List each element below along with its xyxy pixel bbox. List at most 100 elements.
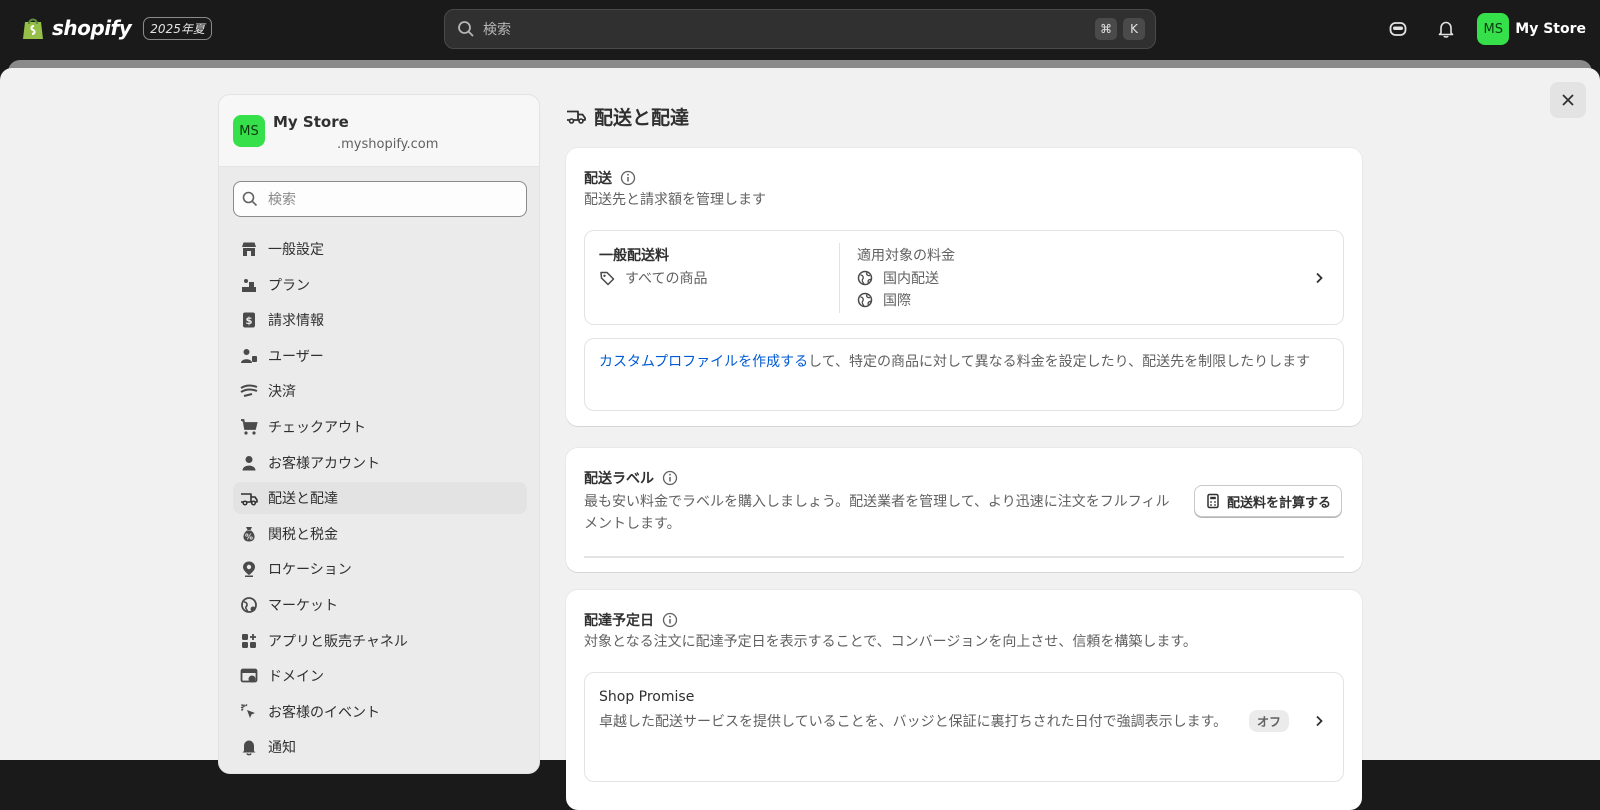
- shopify-bag-icon: [23, 18, 43, 39]
- close-settings-button[interactable]: [1550, 82, 1586, 118]
- notifications-button[interactable]: [1429, 12, 1463, 46]
- sidebar-item-label: マーケット: [268, 597, 338, 614]
- store-name: My Store: [273, 113, 349, 131]
- settings-search-input[interactable]: 検索: [233, 181, 527, 217]
- shortcut-k-key: K: [1123, 18, 1145, 40]
- store-header: MS My Store .myshopify.com: [219, 95, 539, 167]
- custom-profile-description: して、特定の商品に対して異なる料金を設定したり、配送先を制限したりします: [808, 354, 1311, 370]
- sidebar-item-domains[interactable]: ドメイン: [233, 660, 527, 692]
- settings-main: 配送と配達 配送 配送先と請求額を管理します 一般配送料 すべての商品 適用対象…: [566, 94, 1362, 810]
- sidebar-item-label: ユーザー: [268, 348, 324, 365]
- search-placeholder: 検索: [483, 22, 511, 38]
- sidebar-item-billing[interactable]: $ 請求情報: [233, 304, 527, 336]
- create-custom-profile-link[interactable]: カスタムプロファイルを作成する: [599, 354, 808, 370]
- sidebar-item-label: 通知: [268, 740, 296, 757]
- plan-icon: [239, 275, 259, 295]
- sidebar-item-label: 関税と税金: [268, 526, 338, 543]
- globe-icon: [239, 595, 259, 615]
- top-right-actions: MS My Store: [1381, 12, 1586, 46]
- sidebar-item-customer-accounts[interactable]: お客様アカウント: [233, 447, 527, 479]
- apps-icon: [239, 631, 259, 651]
- shipping-heading: 配送: [584, 171, 612, 187]
- sidebar-item-general[interactable]: 一般設定: [233, 233, 527, 265]
- shortcut-cmd-key: ⌘: [1095, 18, 1117, 40]
- store-domain: .myshopify.com: [337, 137, 439, 152]
- top-bar: shopify 2025年夏 検索 ⌘ K MS My Store: [0, 0, 1600, 58]
- close-icon: [1562, 94, 1574, 106]
- profile-products: すべての商品: [599, 268, 707, 288]
- rate-label: 国際: [883, 293, 911, 309]
- sidebar-item-label: お客様アカウント: [268, 455, 380, 472]
- sidebar-item-apps-channels[interactable]: アプリと販売チャネル: [233, 625, 527, 657]
- person-icon: [239, 453, 259, 473]
- sidebar-item-label: 配送と配達: [268, 491, 338, 508]
- calculate-shipping-button[interactable]: 配送料を計算する: [1194, 485, 1343, 517]
- shop-promise-row[interactable]: Shop Promise 卓越した配送サービスを提供していることを、バッジと保証…: [584, 672, 1344, 782]
- chevron-right-icon: [1316, 272, 1323, 284]
- svg-text:$: $: [246, 316, 253, 327]
- rate-domestic: 国内配送: [857, 268, 939, 288]
- sidebar-item-label: プラン: [268, 277, 310, 294]
- shipping-description: 配送先と請求額を管理します: [584, 192, 766, 208]
- users-icon: [239, 346, 259, 366]
- tax-icon: %: [239, 524, 259, 544]
- settings-search-placeholder: 検索: [268, 192, 296, 208]
- sidebar-item-markets[interactable]: マーケット: [233, 589, 527, 621]
- info-icon[interactable]: [662, 612, 678, 628]
- brand-wordmark: shopify: [52, 16, 132, 40]
- delivery-dates-description: 対象となる注文に配達予定日を表示することで、コンバージョンを向上させ、信頼を構築…: [584, 634, 1197, 650]
- page-heading: 配送と配達: [594, 106, 690, 129]
- delivery-dates-header: 配達予定日: [584, 610, 678, 630]
- globe-icon: [857, 270, 873, 286]
- sidebar-item-locations[interactable]: ロケーション: [233, 553, 527, 585]
- shipping-card-header: 配送: [584, 168, 636, 188]
- domain-icon: [239, 666, 259, 686]
- sidebar-item-label: アプリと販売チャネル: [268, 633, 408, 650]
- sidebar-item-label: ドメイン: [268, 669, 324, 686]
- shop-promise-status-badge: オフ: [1249, 710, 1290, 732]
- shopify-logo[interactable]: shopify 2025年夏: [22, 15, 212, 41]
- search-icon: [242, 191, 258, 207]
- settings-sidebar: MS My Store .myshopify.com 検索 一般設定 プラン $…: [218, 94, 540, 774]
- billing-icon: $: [239, 310, 259, 330]
- info-icon[interactable]: [620, 170, 636, 186]
- general-profile-row[interactable]: 一般配送料 すべての商品 適用対象の料金 国内配送 国際: [584, 230, 1344, 325]
- sidebar-item-users[interactable]: ユーザー: [233, 340, 527, 372]
- shop-promise-title: Shop Promise: [599, 689, 695, 705]
- info-icon[interactable]: [662, 470, 678, 486]
- edition-badge[interactable]: 2025年夏: [143, 16, 212, 40]
- sidebar-item-customer-events[interactable]: お客様のイベント: [233, 696, 527, 728]
- sidebar-item-plan[interactable]: プラン: [233, 269, 527, 301]
- calculator-icon: [1207, 493, 1219, 509]
- store-icon: [239, 239, 259, 259]
- sidebar-item-checkout[interactable]: チェックアウト: [233, 411, 527, 443]
- sidebar-item-shipping[interactable]: 配送と配達: [233, 482, 527, 515]
- settings-modal: MS My Store .myshopify.com 検索 一般設定 プラン $…: [0, 68, 1600, 810]
- globe-icon: [857, 292, 873, 308]
- truck-icon: [239, 488, 259, 508]
- sidebar-item-duties-taxes[interactable]: % 関税と税金: [233, 518, 527, 550]
- sidebar-item-notifications[interactable]: 通知: [233, 731, 527, 763]
- store-avatar: MS: [233, 115, 265, 147]
- sidebar-item-label: お客様のイベント: [268, 704, 380, 721]
- profile-products-label: すべての商品: [625, 271, 708, 287]
- sidebar-item-payments[interactable]: 決済: [233, 375, 527, 407]
- sidebar-item-label: ロケーション: [268, 562, 352, 579]
- shipping-card: 配送 配送先と請求額を管理します 一般配送料 すべての商品 適用対象の料金 国内…: [566, 148, 1362, 426]
- custom-profile-notice: カスタムプロファイルを作成するして、特定の商品に対して異なる料金を設定したり、配…: [584, 338, 1344, 411]
- profile-divider: [839, 243, 840, 313]
- user-avatar[interactable]: MS: [1477, 13, 1510, 45]
- store-menu-label[interactable]: My Store: [1515, 21, 1586, 37]
- shipping-labels-card: 配送ラベル 最も安い料金でラベルを購入しましょう。配送業者を管理して、より迅速に…: [566, 448, 1362, 572]
- cursor-icon: [239, 702, 259, 722]
- sidekick-button[interactable]: [1381, 12, 1415, 46]
- bell-icon: [239, 737, 259, 757]
- sidebar-item-label: 一般設定: [268, 242, 324, 258]
- labels-heading: 配送ラベル: [584, 471, 654, 487]
- custom-profile-text: カスタムプロファイルを作成するして、特定の商品に対して異なる料金を設定したり、配…: [599, 351, 1319, 373]
- labels-description: 最も安い料金でラベルを購入しましょう。配送業者を管理して、より迅速に注文をフルフ…: [584, 494, 1170, 532]
- global-search-input[interactable]: 検索 ⌘ K: [444, 9, 1156, 49]
- chevron-right-icon: [1316, 715, 1323, 727]
- tag-icon: [600, 271, 615, 286]
- rates-heading: 適用対象の料金: [857, 248, 955, 264]
